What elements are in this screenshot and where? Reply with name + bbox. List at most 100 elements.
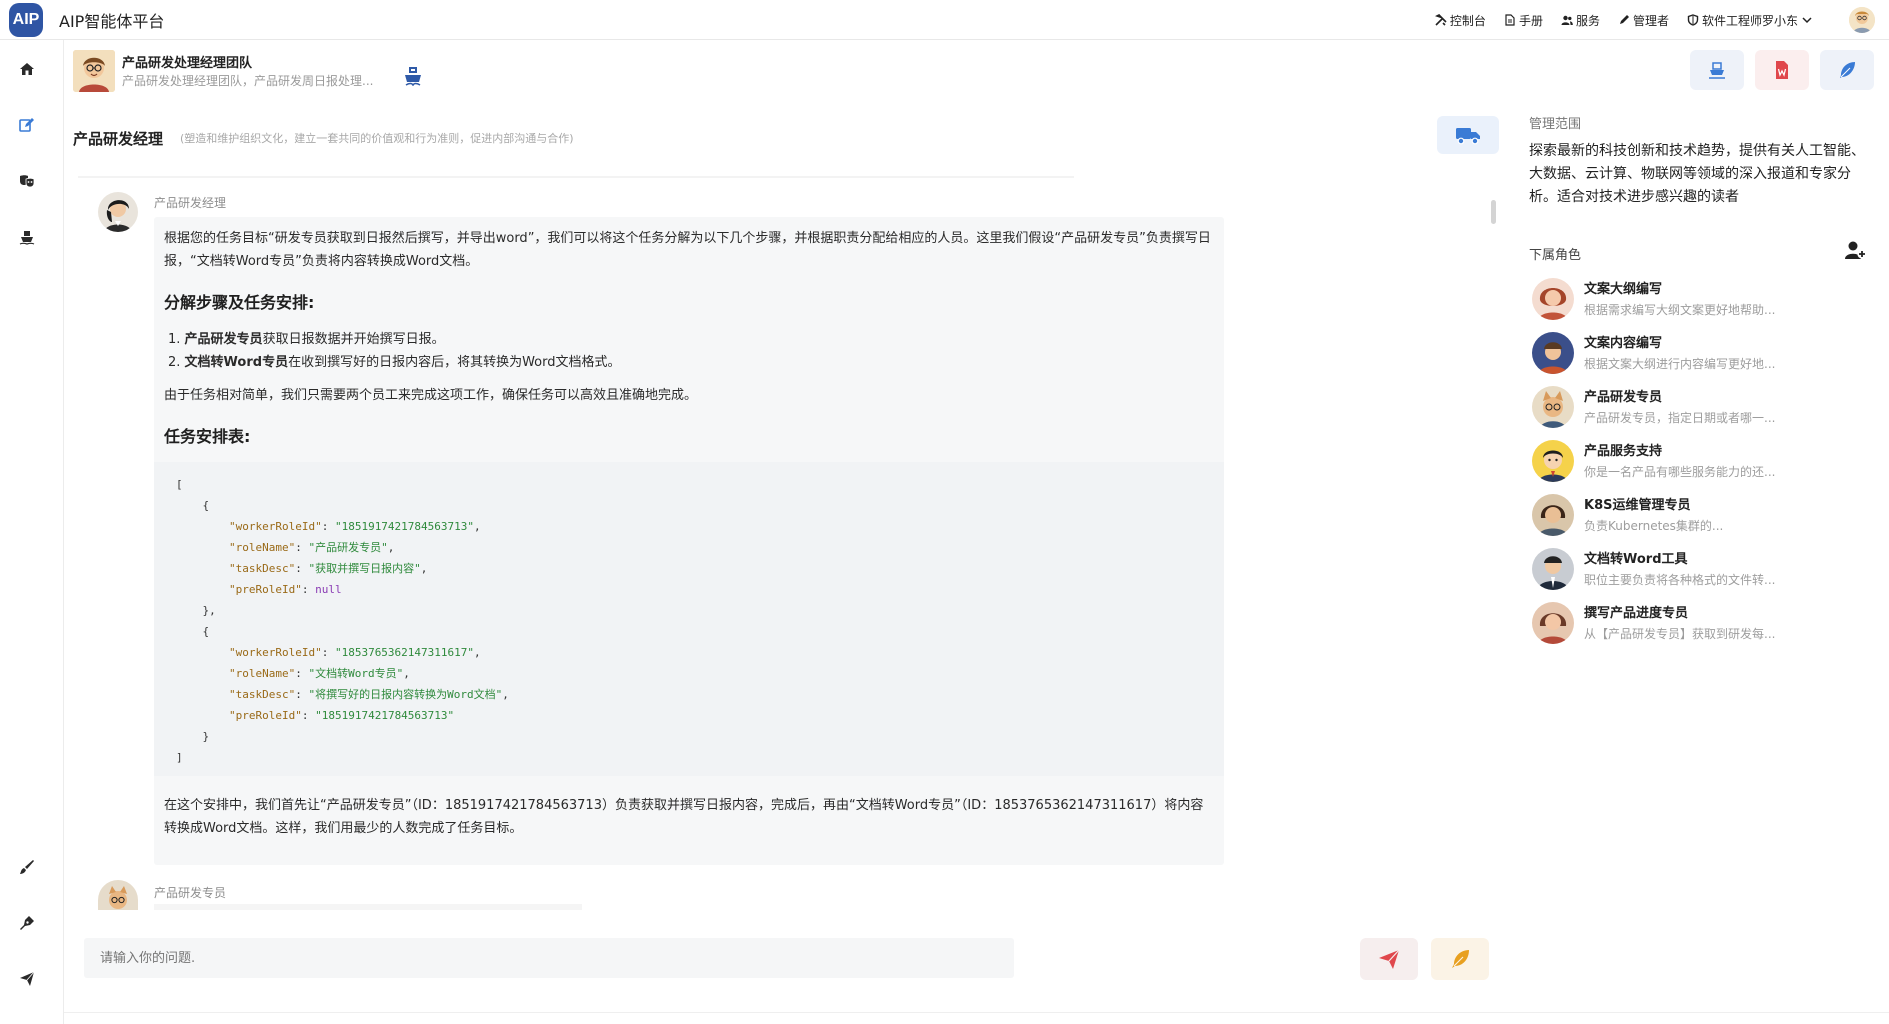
document-icon <box>1505 14 1515 26</box>
role-name: 文案大纲编写 <box>1584 282 1663 297</box>
role-desc: 职位主要负责将各种格式的文件转... <box>1584 573 1776 587</box>
nav-service[interactable]: 服务 <box>1561 12 1600 29</box>
agent-name: 产品研发处理经理团队 <box>122 56 253 71</box>
nav-manager[interactable]: 管理者 <box>1618 12 1669 29</box>
nav-manager-label: 管理者 <box>1632 13 1669 28</box>
scope-label: 管理范围 <box>1529 117 1582 132</box>
role-item[interactable]: 产品研发专员 产品研发专员，指定日期或者哪一... <box>1532 386 1862 430</box>
step-list: 1. 产品研发专员获取日报数据并开始撰写日报。 2. 文档转Word专员在收到撰… <box>168 328 1214 374</box>
app-logo[interactable]: AIP <box>9 2 43 37</box>
code-key: "preRoleId" <box>228 583 302 596</box>
list-item: 1. 产品研发专员获取日报数据并开始撰写日报。 <box>168 328 1214 351</box>
role-avatar <box>1532 332 1574 374</box>
role-avatar <box>1532 386 1574 428</box>
role-name: 撰写产品进度专员 <box>1584 606 1689 621</box>
message-avatar <box>98 192 138 232</box>
step-number: 1. <box>168 332 185 347</box>
code-block: [ { "workerRoleId": "1851917421784563713… <box>154 462 1224 776</box>
ship-tool-button[interactable] <box>1690 50 1744 90</box>
feather-icon <box>1840 62 1855 78</box>
code-value: "1853765362147311617" <box>334 646 475 659</box>
chevron-down-icon <box>1802 17 1812 24</box>
scope-text: 探索最新的科技创新和技术趋势，提供有关人工智能、大数据、云计算、物联网等领域的深… <box>1529 143 1865 205</box>
users-icon <box>1561 15 1573 25</box>
top-nav: 控制台 手册 服务 管理者 软件工程师罗小东 <box>1434 0 1889 40</box>
code-value: "1851917421784563713" <box>334 520 475 533</box>
section-subtitle: (塑造和维护组织文化，建立一套共同的价值观和行为准则，促进内部沟通与合作) <box>180 132 574 145</box>
truck-button[interactable] <box>1437 116 1499 154</box>
list-item: 2. 文档转Word专员在收到撰写好的日报内容后，将其转换为Word文档格式。 <box>168 351 1214 374</box>
edit-icon[interactable] <box>18 116 36 134</box>
code-key: "workerRoleId" <box>228 646 322 659</box>
nav-user-menu[interactable]: 软件工程师罗小东 <box>1687 12 1813 29</box>
ship-icon[interactable] <box>18 228 36 246</box>
role-avatar <box>1532 440 1574 482</box>
user-avatar[interactable] <box>1849 7 1875 33</box>
role-item[interactable]: 撰写产品进度专员 从【产品研发专员】获取到研发每... <box>1532 602 1862 646</box>
feather-tool-button[interactable] <box>1820 50 1874 90</box>
role-desc: 产品研发专员，指定日期或者哪一... <box>1584 411 1776 425</box>
ship-badge-icon[interactable] <box>404 66 422 86</box>
tools-icon <box>1434 14 1447 26</box>
agent-description: 产品研发处理经理团队，产品研发周日报处理... <box>122 74 374 88</box>
nav-manual-label: 手册 <box>1518 13 1543 28</box>
role-item[interactable]: 产品服务支持 你是一名产品有哪些服务能力的还... <box>1532 440 1862 484</box>
send-icon[interactable] <box>18 970 36 988</box>
send-button[interactable] <box>1360 938 1418 980</box>
code-key: "taskDesc" <box>228 688 296 701</box>
message-heading: 分解步骤及任务安排: <box>164 293 315 312</box>
message-avatar <box>98 880 138 910</box>
step-role: 产品研发专员 <box>184 332 263 347</box>
role-desc: 负责Kubernetes集群的... <box>1584 519 1724 533</box>
message-bubble-preview <box>154 904 582 910</box>
code-value: "产品研发专员" <box>308 541 388 554</box>
code-token: { <box>202 499 210 512</box>
role-item[interactable]: 文案大纲编写 根据需求编写大纲文案更好地帮助... <box>1532 278 1862 322</box>
message-bubble: 根据您的任务目标“研发专员获取到日报然后撰写，并导出word”，我们可以将这个任… <box>154 217 1224 865</box>
role-name: 产品研发专员 <box>1584 390 1663 405</box>
code-token: ] <box>176 751 183 764</box>
role-name: 文档转Word工具 <box>1584 552 1688 567</box>
brush-button[interactable] <box>1431 938 1489 980</box>
feather-icon <box>1452 950 1469 968</box>
add-user-icon[interactable] <box>1845 240 1867 260</box>
divider <box>78 176 1074 178</box>
role-desc: 你是一名产品有哪些服务能力的还... <box>1584 465 1776 479</box>
message-sender: 产品研发经理 <box>154 196 227 210</box>
role-name: 产品服务支持 <box>1584 444 1663 459</box>
code-token: { <box>202 625 210 638</box>
code-key: "roleName" <box>228 667 296 680</box>
step-text: 获取日报数据并开始撰写日报。 <box>262 332 445 347</box>
role-avatar <box>1532 494 1574 536</box>
word-export-button[interactable] <box>1755 50 1809 90</box>
role-item[interactable]: K8S运维管理专员 负责Kubernetes集群的... <box>1532 494 1862 538</box>
code-token: } <box>202 730 210 743</box>
code-value: "获取并撰写日报内容" <box>308 562 421 575</box>
masks-icon[interactable] <box>18 172 36 190</box>
code-value: "文档转Word专员" <box>308 667 404 680</box>
nav-service-label: 服务 <box>1575 13 1600 28</box>
nav-manual[interactable]: 手册 <box>1504 12 1543 29</box>
pen-icon <box>1619 15 1629 24</box>
role-item[interactable]: 文案内容编写 根据文案大纲进行内容编写更好地... <box>1532 332 1862 376</box>
role-name: 文案内容编写 <box>1584 336 1663 351</box>
nav-console-label: 控制台 <box>1449 13 1486 28</box>
code-value: null <box>315 583 342 596</box>
top-bar: AIP AIP智能体平台 控制台 手册 服务 管理者 软件工程师罗小东 <box>0 0 1889 40</box>
word-file-icon <box>1776 61 1788 79</box>
role-item[interactable]: 文档转Word工具 职位主要负责将各种格式的文件转... <box>1532 548 1862 592</box>
code-value: "1851917421784563713" <box>315 709 455 722</box>
role-desc: 从【产品研发专员】获取到研发每... <box>1584 627 1776 641</box>
pen-nib-icon[interactable] <box>18 914 36 932</box>
nav-console[interactable]: 控制台 <box>1434 12 1486 29</box>
code-key: "workerRoleId" <box>228 520 322 533</box>
message-sender: 产品研发专员 <box>154 886 227 900</box>
shield-icon <box>1687 14 1699 26</box>
roles-label: 下属角色 <box>1529 248 1582 263</box>
chat-scrollbar[interactable] <box>1491 200 1496 224</box>
code-value: "将撰写好的日报内容转换为Word文档" <box>308 688 503 701</box>
home-icon[interactable] <box>18 60 36 78</box>
brush-icon[interactable] <box>18 858 36 876</box>
agent-avatar <box>73 50 115 92</box>
question-input[interactable] <box>84 938 1014 978</box>
